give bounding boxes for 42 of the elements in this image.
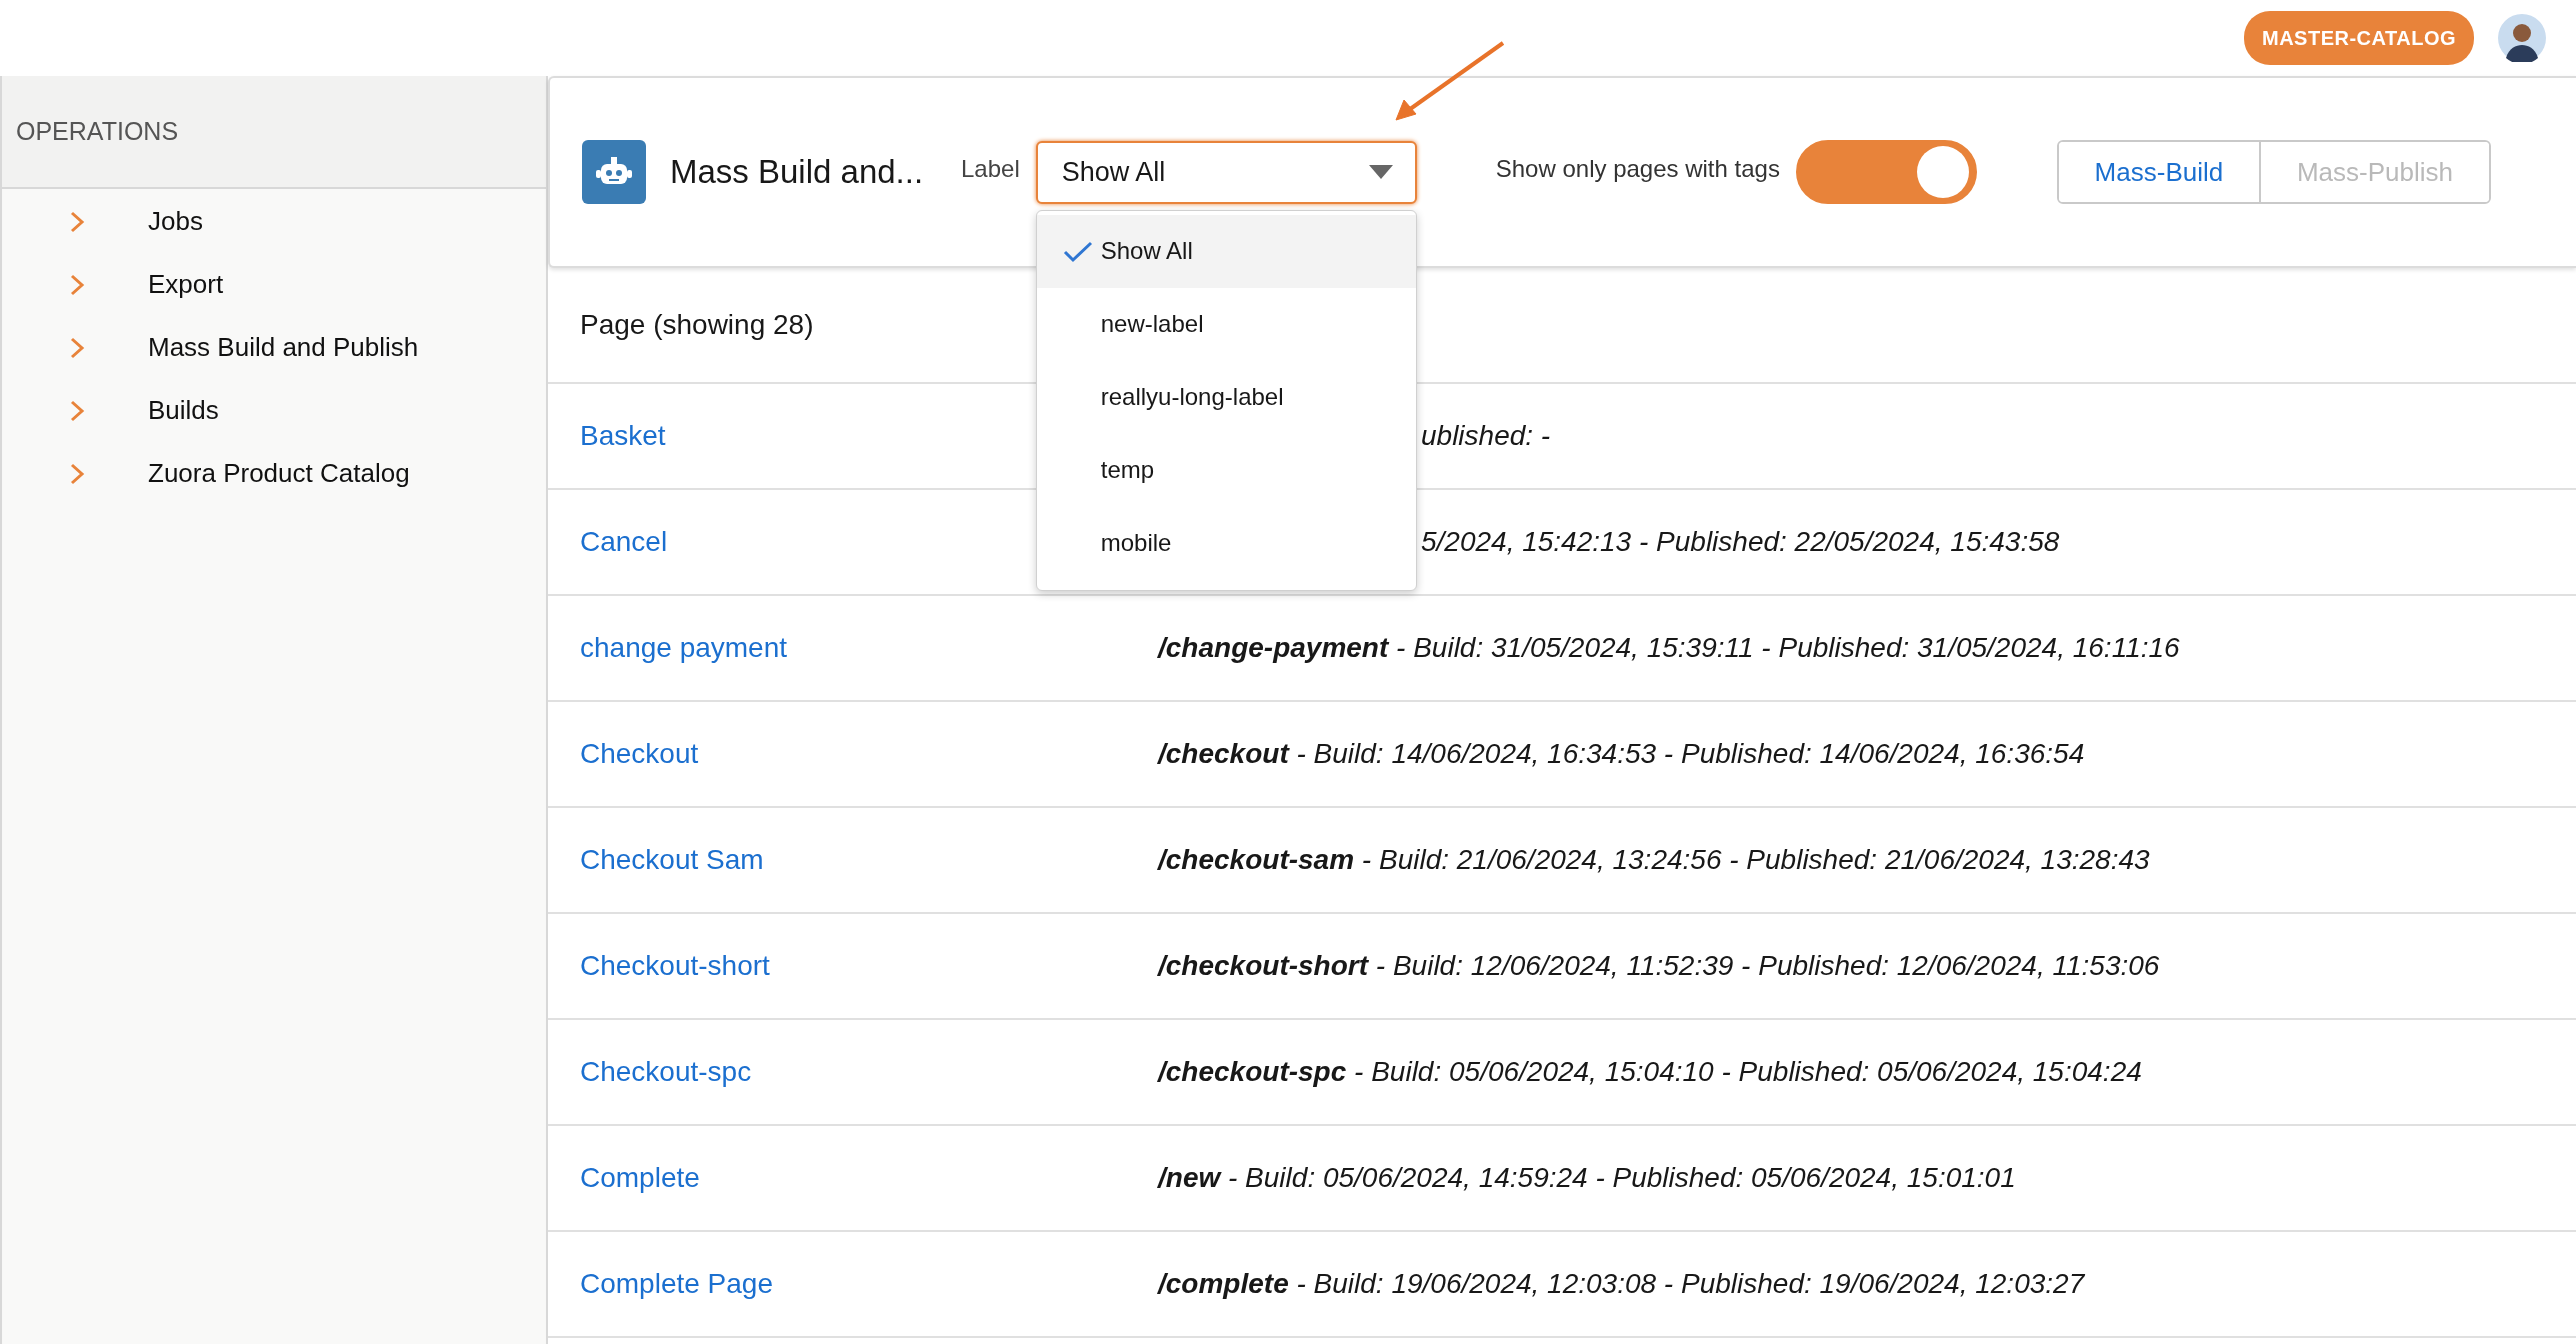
chevron-right-icon: [69, 335, 85, 360]
page-link[interactable]: Checkout Sam: [548, 839, 1158, 881]
chevron-right-icon: [69, 398, 85, 423]
page-details: ublished: -: [1421, 419, 1551, 453]
sidebar-item[interactable]: Jobs: [2, 190, 546, 253]
caret-icon: [1368, 165, 1393, 179]
page-details: /checkout-spc - Build: 05/06/2024, 15:04:10 - Published: 05/06/2024, 15:04:24: [1158, 1055, 2142, 1089]
dropdown-option[interactable]: new-label: [1036, 287, 1416, 361]
page-title: Mass Build and...: [670, 152, 925, 193]
page-link[interactable]: Checkout-spc: [548, 1051, 1158, 1093]
avatar[interactable]: [2498, 14, 2546, 62]
dropdown-option[interactable]: reallyu-long-label: [1036, 360, 1416, 434]
page-link[interactable]: Checkout: [548, 733, 1158, 775]
dropdown-option[interactable]: mobile: [1036, 506, 1416, 580]
chevron-right-icon: [69, 272, 85, 297]
label-select[interactable]: Show All: [1035, 140, 1417, 204]
chevron-right-icon: [69, 209, 85, 234]
page-details: 5/2024, 15:42:13 - Published: 22/05/2024, 15:43:58: [1421, 525, 2060, 559]
sidebar-item[interactable]: Zuora Product Catalog: [2, 442, 546, 505]
catalog-badge[interactable]: MASTER-CATALOG: [2244, 11, 2474, 65]
list-heading: Page (showing 28): [580, 308, 814, 342]
check-icon: [1062, 240, 1093, 263]
chevron-right-icon: [69, 461, 85, 486]
page-details: /change-payment - Build: 31/05/2024, 15:39:11 - Published: 31/05/2024, 16:11:16: [1158, 631, 2180, 665]
page-details: /checkout-short - Build: 12/06/2024, 11:52:39 - Published: 12/06/2024, 11:53:06: [1158, 949, 2160, 983]
sidebar-item[interactable]: Builds: [2, 379, 546, 442]
page-link[interactable]: Checkout-short: [548, 945, 1158, 987]
dropdown-option[interactable]: Show All: [1036, 214, 1416, 288]
field-label: Label: [961, 154, 1020, 184]
sidebar-item[interactable]: Mass Build and Publish: [2, 316, 546, 379]
page-link[interactable]: Complete: [548, 1157, 1158, 1199]
page-details: /complete - Build: 19/06/2024, 12:03:08 - Published: 19/06/2024, 12:03:27: [1158, 1267, 2085, 1301]
page-details: /checkout - Build: 14/06/2024, 16:34:53 - Published: 14/06/2024, 16:36:54: [1158, 737, 2085, 771]
robot-icon: [582, 140, 646, 204]
section-heading: OPERATIONS: [16, 115, 179, 147]
page-link[interactable]: Complete Page: [548, 1263, 1158, 1305]
page-details: /new - Build: 05/06/2024, 14:59:24 - Published: 05/06/2024, 15:01:01: [1158, 1161, 2016, 1195]
sidebar-item[interactable]: Export: [2, 253, 546, 316]
page-link[interactable]: change payment: [548, 627, 1158, 669]
page-details: /checkout-sam - Build: 21/06/2024, 13:24:56 - Published: 21/06/2024, 13:28:43: [1158, 843, 2150, 877]
toggle-label: Show only pages with tags: [1495, 154, 1780, 184]
dropdown-option[interactable]: temp: [1036, 433, 1416, 507]
